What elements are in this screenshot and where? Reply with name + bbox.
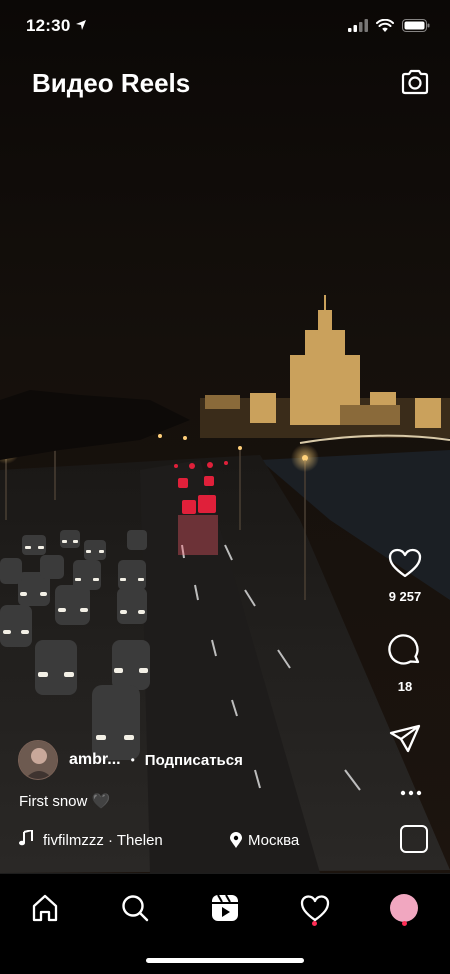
home-icon — [32, 894, 58, 922]
comment-count: 18 — [397, 679, 413, 694]
reels-icon — [212, 894, 238, 921]
nav-home[interactable] — [25, 888, 65, 928]
location-arrow-icon — [75, 18, 87, 36]
search-icon — [122, 895, 149, 922]
wifi-icon — [376, 18, 394, 37]
audio-track[interactable]: fivfilmzzz · Thelen — [43, 832, 208, 849]
share-button[interactable] — [378, 724, 432, 759]
cellular-signal-icon — [348, 19, 368, 37]
nav-search[interactable] — [115, 888, 155, 928]
heart-icon — [300, 895, 330, 922]
reels-header: Видео Reels — [0, 60, 450, 108]
status-time: 12:30 — [26, 16, 71, 35]
like-button[interactable]: 9 257 — [378, 548, 432, 604]
caption-text: First snow — [19, 793, 88, 810]
heart-icon — [388, 548, 422, 578]
caption-emoji: 🖤 — [91, 793, 111, 810]
author-avatar[interactable] — [18, 740, 58, 780]
post-caption[interactable]: First snow 🖤 — [19, 792, 110, 810]
more-options-button[interactable] — [399, 784, 423, 796]
page-title: Видео Reels — [32, 68, 191, 98]
nav-reels[interactable] — [205, 888, 245, 928]
battery-icon — [402, 19, 430, 37]
author-username[interactable]: ambr... — [69, 751, 121, 769]
post-meta-row: fivfilmzzz · Thelen Москва — [19, 828, 299, 850]
audio-thumbnail[interactable] — [400, 825, 428, 853]
location-label: Москва — [248, 831, 300, 849]
send-icon — [389, 724, 421, 753]
more-icon — [400, 790, 422, 796]
like-count: 9 257 — [388, 589, 422, 604]
profile-notification-dot — [402, 921, 407, 926]
separator-dot: • — [130, 753, 135, 767]
music-note-icon — [19, 828, 33, 850]
activity-notification-dot — [312, 921, 317, 926]
location-tag[interactable]: Москва — [230, 832, 299, 849]
status-bar: 12:30 — [0, 0, 450, 54]
home-indicator — [146, 958, 304, 963]
camera-button[interactable] — [399, 66, 431, 98]
comment-icon — [388, 634, 420, 665]
camera-icon — [401, 69, 429, 95]
profile-avatar — [390, 894, 418, 922]
location-pin-icon — [230, 832, 242, 848]
author-row: ambr... • Подписаться — [18, 740, 243, 780]
subscribe-button[interactable]: Подписаться — [145, 752, 243, 769]
comment-button[interactable]: 18 — [378, 634, 432, 694]
